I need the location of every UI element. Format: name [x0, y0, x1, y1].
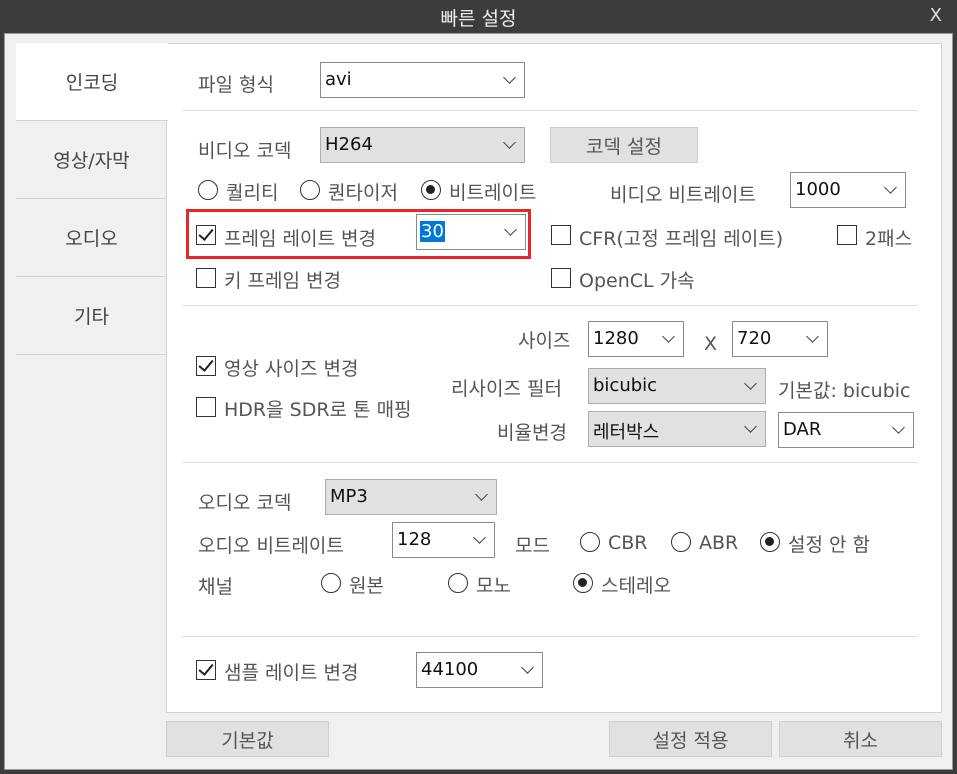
audio-bitrate-label: 오디오 비트레이트	[198, 535, 344, 557]
framerate-select[interactable]: 30	[416, 214, 526, 250]
resize-filter-value: bicubic	[593, 375, 658, 396]
file-format-select[interactable]: avi	[320, 62, 525, 98]
nav-item-etc[interactable]: 기타	[16, 277, 167, 355]
radio-stereo[interactable]	[573, 573, 593, 593]
chevron-down-icon	[503, 71, 516, 84]
radio-original-label: 원본	[349, 575, 384, 597]
audio-bitrate-value: 128	[397, 529, 432, 550]
aspect-mode-value: DAR	[783, 419, 822, 440]
chevron-down-icon	[884, 181, 897, 194]
close-icon[interactable]: X	[930, 5, 942, 26]
radio-quality-label: 퀄리티	[226, 182, 279, 204]
samplerate-label: 샘플 레이트 변경	[224, 662, 359, 684]
divider	[182, 110, 917, 111]
radio-stereo-label: 스테레오	[601, 575, 671, 597]
chevron-down-icon	[504, 223, 517, 236]
apply-button[interactable]: 설정 적용	[609, 721, 772, 757]
radio-quantizer[interactable]	[300, 180, 320, 200]
height-select[interactable]: 720	[732, 321, 828, 357]
size-label: 사이즈	[518, 330, 571, 352]
chevron-down-icon	[662, 330, 675, 343]
keyframe-checkbox[interactable]	[196, 268, 216, 288]
divider	[182, 636, 917, 637]
radio-quality[interactable]	[198, 180, 218, 200]
chevron-down-icon	[473, 531, 486, 544]
audio-codec-select[interactable]: MP3	[325, 479, 497, 515]
radio-cbr[interactable]	[580, 532, 600, 552]
audio-mode-label: 모드	[515, 535, 550, 557]
framerate-checkbox[interactable]	[196, 225, 216, 245]
audio-codec-value: MP3	[330, 486, 368, 507]
keyframe-label: 키 프레임 변경	[224, 270, 341, 292]
aspect-select[interactable]: 레터박스	[588, 411, 766, 447]
chevron-down-icon	[475, 488, 488, 501]
radio-cbr-label: CBR	[608, 532, 648, 554]
chevron-down-icon	[744, 420, 757, 433]
radio-abr-label: ABR	[699, 532, 739, 554]
change-size-label: 영상 사이즈 변경	[224, 358, 359, 380]
file-format-label: 파일 형식	[198, 74, 274, 96]
divider	[182, 462, 917, 463]
video-bitrate-select[interactable]: 1000	[790, 172, 906, 208]
size-x-label: X	[704, 333, 718, 355]
aspect-value: 레터박스	[593, 422, 660, 443]
twopass-label: 2패스	[865, 228, 913, 250]
hdr-label: HDR을 SDR로 톤 매핑	[224, 399, 412, 421]
nav-item-encoding[interactable]: 인코딩	[16, 43, 168, 121]
video-bitrate-value: 1000	[795, 179, 841, 200]
video-codec-value: H264	[325, 134, 373, 155]
nav-item-video-subtitle[interactable]: 영상/자막	[16, 121, 167, 199]
codec-settings-button[interactable]: 코덱 설정	[550, 127, 698, 163]
samplerate-checkbox[interactable]	[196, 660, 216, 680]
window-title: 빠른 설정	[440, 8, 517, 30]
samplerate-value: 44100	[421, 659, 479, 680]
chevron-down-icon	[806, 330, 819, 343]
audio-codec-label: 오디오 코덱	[198, 492, 292, 514]
audio-bitrate-select[interactable]: 128	[392, 522, 495, 558]
radio-no-setting-label: 설정 안 함	[788, 534, 870, 556]
divider	[182, 305, 917, 306]
cfr-checkbox[interactable]	[551, 225, 571, 245]
radio-mono[interactable]	[448, 573, 468, 593]
file-format-value: avi	[325, 69, 352, 90]
video-codec-label: 비디오 코덱	[198, 140, 292, 162]
chevron-down-icon	[503, 136, 516, 149]
samplerate-select[interactable]: 44100	[416, 652, 543, 688]
chevron-down-icon	[744, 377, 757, 390]
default-filter-note: 기본값: bicubic	[778, 380, 911, 402]
radio-original[interactable]	[321, 573, 341, 593]
radio-no-setting[interactable]	[760, 532, 780, 552]
radio-mono-label: 모노	[476, 575, 511, 597]
chevron-down-icon	[892, 421, 905, 434]
nav-item-audio[interactable]: 오디오	[16, 199, 167, 277]
resize-filter-select[interactable]: bicubic	[588, 368, 766, 404]
cancel-button[interactable]: 취소	[779, 721, 942, 757]
title-bar: 빠른 설정 X	[0, 0, 957, 33]
radio-bitrate[interactable]	[421, 180, 441, 200]
radio-quantizer-label: 퀀타이저	[328, 182, 398, 204]
cfr-label: CFR(고정 프레임 레이트)	[579, 228, 784, 250]
height-value: 720	[737, 328, 772, 349]
width-value: 1280	[593, 328, 639, 349]
opencl-label: OpenCL 가속	[579, 270, 695, 292]
framerate-label: 프레임 레이트 변경	[224, 228, 376, 250]
default-button[interactable]: 기본값	[166, 721, 329, 757]
change-size-checkbox[interactable]	[196, 356, 216, 376]
radio-abr[interactable]	[671, 532, 691, 552]
aspect-label: 비율변경	[497, 422, 567, 444]
radio-bitrate-label: 비트레이트	[449, 182, 537, 204]
framerate-value: 30	[420, 221, 445, 242]
resize-filter-label: 리사이즈 필터	[451, 378, 562, 400]
opencl-checkbox[interactable]	[551, 268, 571, 288]
channel-label: 채널	[198, 576, 233, 598]
aspect-mode-select[interactable]: DAR	[778, 412, 914, 448]
chevron-down-icon	[521, 661, 534, 674]
video-codec-select[interactable]: H264	[320, 127, 525, 163]
twopass-checkbox[interactable]	[837, 225, 857, 245]
hdr-checkbox[interactable]	[196, 397, 216, 417]
width-select[interactable]: 1280	[588, 321, 684, 357]
video-bitrate-label: 비디오 비트레이트	[610, 184, 756, 206]
